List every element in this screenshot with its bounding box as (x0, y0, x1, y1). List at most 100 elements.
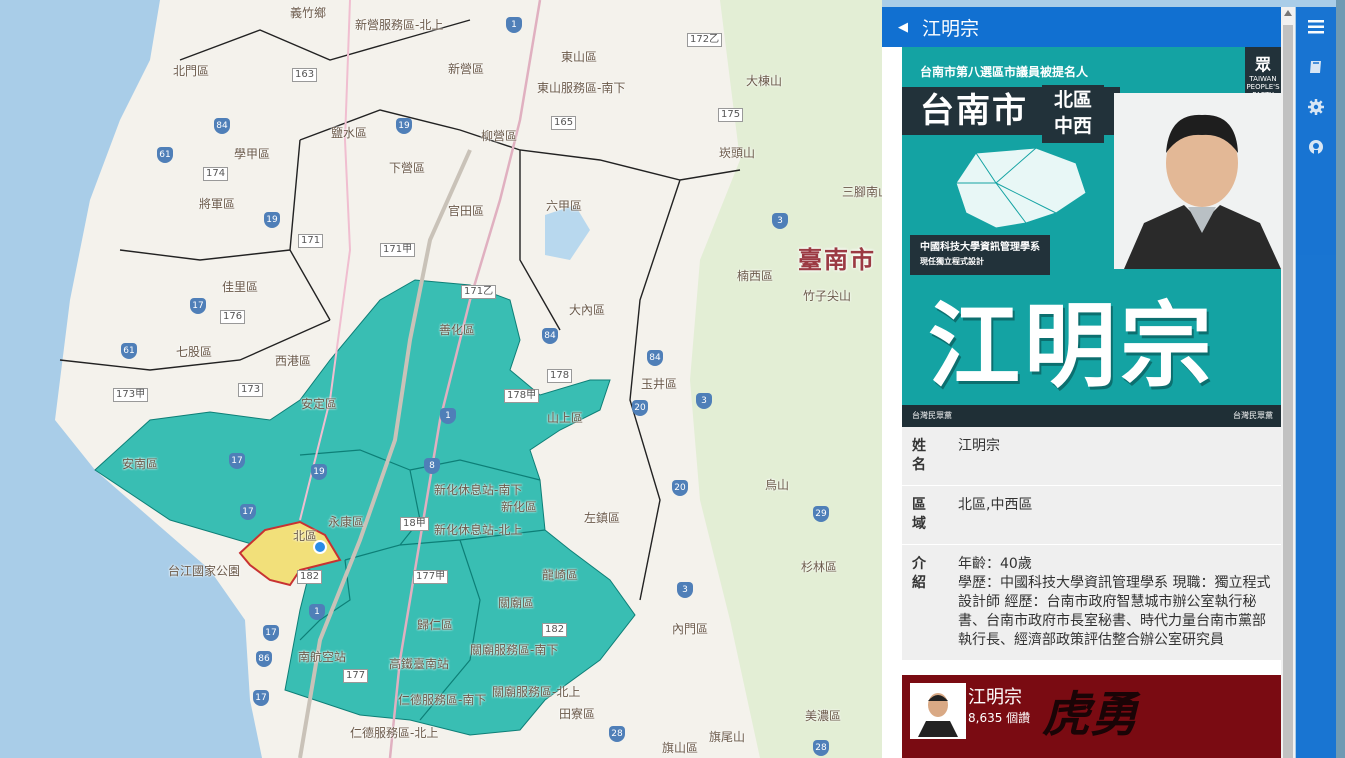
place-label: 玉井區 (641, 377, 678, 391)
place-label: 安南區 (122, 457, 159, 471)
facebook-likes: 8,635 個讚 (968, 711, 1031, 725)
candidate-panel: ◀ 江明宗 台南市第八選區市議員被提名人 台南市 北區 中西 眾 TAIWAN … (882, 7, 1295, 758)
place-label: 杉林區 (801, 560, 838, 574)
info-key: 姓名 (902, 427, 948, 485)
road-label: 171 (298, 234, 324, 248)
intro-age: 年齡：40歲 (958, 556, 1032, 572)
place-label: 仁德服務區-北上 (350, 726, 439, 740)
road-label: 178 (547, 369, 573, 383)
info-row-district: 區域 北區,中西區 (902, 486, 1281, 545)
info-value: 江明宗 (948, 427, 1281, 485)
panel-scrollbar[interactable] (1281, 7, 1295, 758)
highway-shield-icon: 84 (542, 328, 558, 344)
place-label: 關廟服務區-北上 (492, 685, 581, 699)
intro-detail: 學歷：中國科技大學資訊管理學系 現職：獨立程式設計師 經歷：台南市政府智慧城市辦… (958, 575, 1271, 648)
road-label: 175 (718, 108, 744, 122)
place-label: 龍崎區 (542, 568, 579, 582)
poster-district: 北區 中西 (1042, 85, 1104, 143)
highway-shield-icon: 8 (424, 458, 440, 474)
highway-shield-icon: 29 (813, 506, 829, 522)
info-value: 年齡：40歲 學歷：中國科技大學資訊管理學系 現職：獨立程式設計師 經歷：台南市… (948, 545, 1281, 660)
place-label: 北區 (293, 529, 318, 543)
highway-shield-icon: 84 (647, 350, 663, 366)
facebook-page-name[interactable]: 江明宗 (968, 683, 1022, 709)
place-label: 大棟山 (746, 74, 783, 88)
scrollbar-thumb[interactable] (1283, 25, 1293, 758)
road-label: 173 (238, 383, 264, 397)
gear-icon[interactable] (1296, 87, 1336, 127)
place-label: 將軍區 (199, 197, 236, 211)
place-label: 東山服務區-南下 (537, 81, 626, 95)
candidate-poster: 台南市第八選區市議員被提名人 台南市 北區 中西 眾 TAIWAN PEOPLE… (902, 47, 1281, 427)
highway-shield-icon: 17 (253, 690, 269, 706)
road-label: 165 (551, 116, 577, 130)
city-label: 臺南市 (798, 246, 876, 274)
scroll-up-icon[interactable] (1284, 10, 1292, 16)
highway-shield-icon: 17 (190, 298, 206, 314)
place-label: 大內區 (569, 303, 606, 317)
place-label: 竹子尖山 (803, 289, 852, 303)
info-row-intro: 介紹 年齡：40歲 學歷：中國科技大學資訊管理學系 現職：獨立程式設計師 經歷：… (902, 545, 1281, 661)
facebook-page-card[interactable]: 江明宗 8,635 個讚 虎勇 (902, 675, 1281, 758)
place-label: 西港區 (275, 354, 312, 368)
github-icon[interactable] (1296, 127, 1336, 167)
road-label: 171甲 (380, 243, 416, 257)
highway-shield-icon: 28 (609, 726, 625, 742)
place-label: 內門區 (672, 622, 709, 636)
road-label: 171乙 (461, 285, 497, 299)
highway-shield-icon: 17 (263, 625, 279, 641)
poster-footer: 台灣民眾黨 台灣民眾黨 (902, 405, 1281, 427)
place-label: 烏山 (765, 478, 790, 492)
place-label: 東山區 (561, 50, 598, 64)
place-label: 仁德服務區-南下 (398, 693, 487, 707)
poster-footer-right: 台灣民眾黨 (1233, 411, 1273, 420)
place-label: 崁頭山 (719, 146, 756, 160)
place-label: 永康區 (328, 515, 365, 529)
road-label: 178甲 (504, 389, 540, 403)
place-label: 旗尾山 (709, 730, 746, 744)
place-label: 新營區 (448, 62, 485, 76)
place-label: 新化區 (501, 500, 538, 514)
highway-shield-icon: 3 (677, 582, 693, 598)
road-label: 172乙 (687, 33, 723, 47)
road-label: 173甲 (113, 388, 149, 402)
road-label: 176 (220, 310, 246, 324)
panel-header[interactable]: ◀ 江明宗 (882, 7, 1295, 47)
highway-shield-icon: 1 (440, 408, 456, 424)
poster-district-1: 北區 (1053, 89, 1092, 111)
place-label: 楠西區 (737, 269, 774, 283)
highway-shield-icon: 1 (309, 604, 325, 620)
info-value: 北區,中西區 (948, 486, 1281, 544)
road-label: 177甲 (413, 570, 449, 584)
highway-shield-icon: 86 (256, 651, 272, 667)
place-label: 善化區 (439, 323, 476, 337)
collapse-left-icon[interactable]: ◀ (898, 20, 908, 35)
highway-shield-icon: 3 (772, 213, 788, 229)
menu-icon[interactable] (1296, 7, 1336, 47)
poster-district-2: 中西 (1053, 115, 1092, 137)
book-icon[interactable] (1296, 47, 1336, 87)
facebook-cover-art: 虎勇 (1042, 687, 1139, 743)
place-label: 佳里區 (222, 280, 259, 294)
highway-shield-icon: 17 (240, 504, 256, 520)
panel-body[interactable]: 台南市第八選區市議員被提名人 台南市 北區 中西 眾 TAIWAN PEOPLE… (902, 47, 1281, 758)
place-label: 關廟區 (498, 596, 535, 610)
poster-top-text: 台南市第八選區市議員被提名人 (920, 65, 1089, 79)
poster-footer-left: 台灣民眾黨 (912, 411, 952, 420)
road-label: 18甲 (400, 517, 429, 531)
place-label: 高鐵臺南站 (389, 657, 450, 671)
highway-shield-icon: 19 (311, 464, 327, 480)
highway-shield-icon: 20 (632, 400, 648, 416)
place-label: 南航空站 (298, 650, 347, 664)
highway-shield-icon: 28 (813, 740, 829, 756)
place-label: 七股區 (176, 345, 213, 359)
place-label: 官田區 (448, 204, 485, 218)
place-label: 左鎮區 (584, 511, 621, 525)
place-label: 鹽水區 (331, 126, 368, 140)
highway-shield-icon: 19 (396, 118, 412, 134)
facebook-avatar[interactable] (910, 683, 966, 739)
road-label: 163 (292, 68, 318, 82)
place-label: 下營區 (389, 161, 426, 175)
highway-shield-icon: 84 (214, 118, 230, 134)
place-label: 六甲區 (546, 199, 583, 213)
